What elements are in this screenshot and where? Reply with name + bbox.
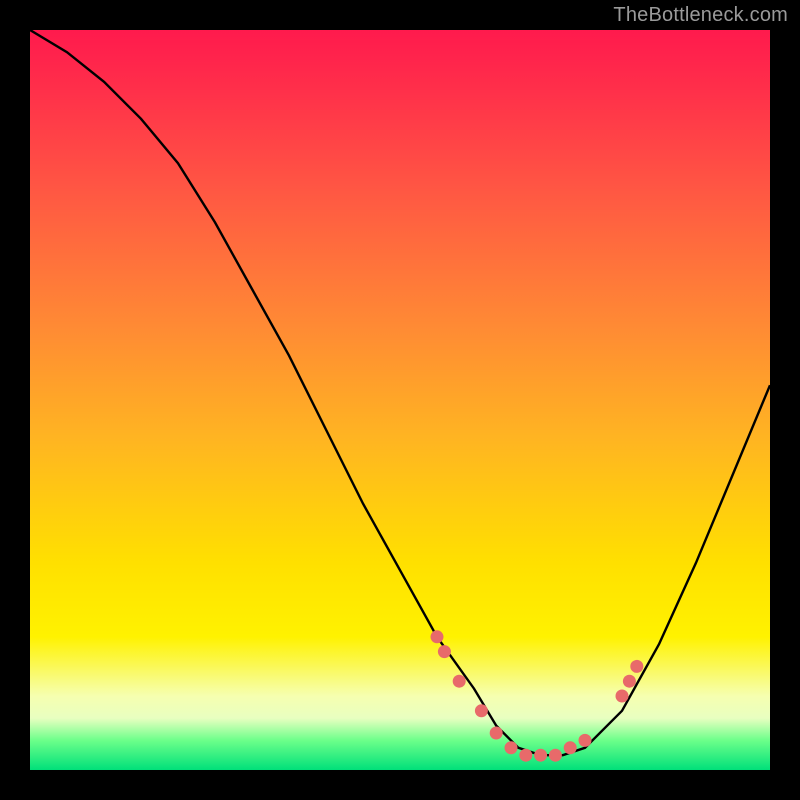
watermark-text: TheBottleneck.com [613,4,788,27]
plot-area [30,30,770,770]
highlight-marker [534,749,547,762]
chart-frame: TheBottleneck.com [0,0,800,800]
highlight-marker [579,734,592,747]
highlight-marker [616,690,629,703]
highlight-marker [431,630,444,643]
bottleneck-curve [30,30,770,755]
highlight-markers [431,630,644,761]
highlight-marker [453,675,466,688]
highlight-marker [549,749,562,762]
highlight-marker [490,727,503,740]
bottleneck-curve-svg [30,30,770,770]
highlight-marker [564,741,577,754]
highlight-marker [505,741,518,754]
highlight-marker [438,645,451,658]
highlight-marker [623,675,636,688]
highlight-marker [475,704,488,717]
highlight-marker [630,660,643,673]
highlight-marker [519,749,532,762]
